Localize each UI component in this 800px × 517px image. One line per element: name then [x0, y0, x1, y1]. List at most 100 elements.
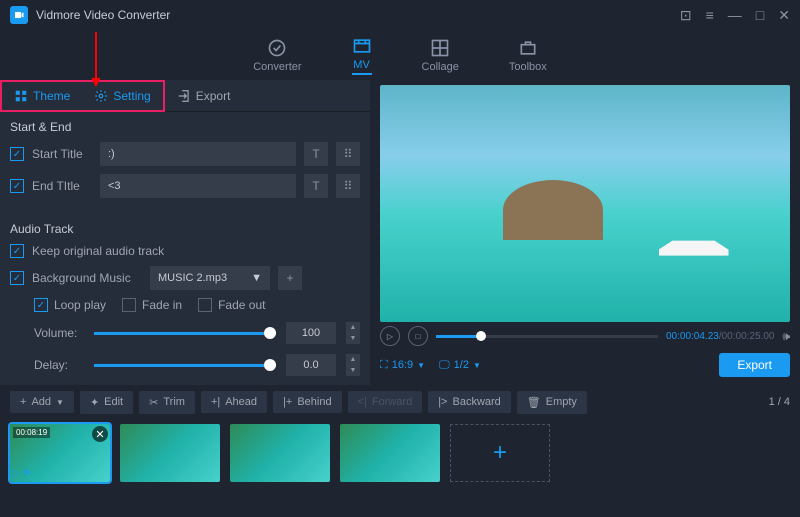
- edit-button[interactable]: ✦Edit: [80, 391, 133, 414]
- fadein-checkbox[interactable]: [122, 298, 136, 312]
- highlight-box: Theme Setting: [0, 80, 165, 112]
- volume-label: Volume:: [34, 326, 84, 340]
- bg-music-label: Background Music: [32, 271, 142, 285]
- thumbnail-1[interactable]: 00:08:19 ✕ ▷⚑: [10, 424, 110, 482]
- add-thumbnail-button[interactable]: +: [450, 424, 550, 482]
- thumb-duration: 00:08:19: [13, 427, 50, 438]
- volume-down-icon[interactable]: ▼: [346, 333, 360, 344]
- backward-icon: |>: [438, 396, 447, 408]
- start-title-input[interactable]: [100, 142, 296, 166]
- thumbnail-3[interactable]: [230, 424, 330, 482]
- volume-value[interactable]: 100: [286, 322, 336, 344]
- behind-button[interactable]: |+Behind: [273, 391, 342, 413]
- add-button[interactable]: +Add▼: [10, 391, 74, 413]
- fadeout-checkbox[interactable]: [198, 298, 212, 312]
- audio-section: Audio Track ✓ Keep original audio track …: [0, 214, 370, 394]
- nav-converter[interactable]: Converter: [253, 38, 301, 73]
- chevron-down-icon: ▼: [56, 398, 64, 407]
- export-button[interactable]: Export: [719, 353, 790, 377]
- volume-icon[interactable]: 🕪: [782, 329, 790, 344]
- behind-icon: |+: [283, 396, 292, 408]
- settings-panel: Theme Setting Export Start & End ✓ Start…: [0, 80, 370, 385]
- fadeout-label: Fade out: [218, 298, 265, 312]
- thumb-delete-icon[interactable]: ✕: [92, 426, 108, 442]
- delay-label: Delay:: [34, 358, 84, 372]
- thumb-play-icon[interactable]: ▷: [13, 468, 20, 479]
- tab-theme[interactable]: Theme: [2, 82, 82, 110]
- main-nav: Converter MV Collage Toolbox: [0, 30, 800, 80]
- app-title: Vidmore Video Converter: [36, 8, 680, 22]
- panel-tabs: Theme Setting Export: [0, 80, 370, 112]
- bg-music-checkbox[interactable]: ✓: [10, 271, 24, 285]
- aspect-ratio-button[interactable]: ⛶16:9▼: [380, 359, 425, 372]
- ahead-icon: +|: [211, 396, 220, 408]
- tab-export[interactable]: Export: [165, 89, 243, 103]
- thumbnail-4[interactable]: [340, 424, 440, 482]
- volume-slider[interactable]: [94, 332, 276, 335]
- stop-button[interactable]: □: [408, 326, 428, 346]
- minimize-icon[interactable]: —: [728, 7, 742, 23]
- clip-toolbar: +Add▼ ✦Edit ✂Trim +|Ahead |+Behind <|For…: [0, 385, 800, 419]
- ahead-button[interactable]: +|Ahead: [201, 391, 267, 413]
- star-icon: ✦: [90, 396, 99, 409]
- content-area: Theme Setting Export Start & End ✓ Start…: [0, 80, 800, 385]
- time-display: 00:00:04.23/00:00:25.00: [666, 331, 774, 342]
- delay-down-icon[interactable]: ▼: [346, 365, 360, 376]
- thumb-controls: ▷⚑: [13, 468, 31, 479]
- keep-audio-label: Keep original audio track: [32, 244, 164, 258]
- preview-panel: ▷ □ 00:00:04.23/00:00:25.00 🕪 ⛶16:9▼ 🖵1/…: [370, 80, 800, 385]
- start-text-style-icon[interactable]: T: [304, 142, 328, 166]
- scissors-icon: ✂: [149, 396, 158, 409]
- tab-setting[interactable]: Setting: [82, 82, 162, 110]
- empty-button[interactable]: 🗑Empty: [517, 391, 587, 414]
- preview-image: [380, 85, 790, 322]
- preview-bottom: ⛶16:9▼ 🖵1/2▼ Export: [380, 350, 790, 380]
- thumbnail-2[interactable]: [120, 424, 220, 482]
- end-title-label: End TItle: [32, 179, 92, 193]
- nav-collage[interactable]: Collage: [422, 38, 459, 73]
- menu-icon[interactable]: ≡: [706, 7, 714, 23]
- volume-up-icon[interactable]: ▲: [346, 322, 360, 333]
- end-text-style-icon[interactable]: T: [304, 174, 328, 198]
- thumbnail-strip: 00:08:19 ✕ ▷⚑ +: [0, 419, 800, 487]
- start-title-checkbox[interactable]: ✓: [10, 147, 24, 161]
- titlebar: Vidmore Video Converter ⊡ ≡ — □ ✕: [0, 0, 800, 30]
- audio-header: Audio Track: [10, 222, 360, 236]
- close-icon[interactable]: ✕: [778, 7, 790, 24]
- timeline-slider[interactable]: [436, 335, 658, 338]
- nav-mv[interactable]: MV: [352, 36, 372, 75]
- split-button[interactable]: 🖵1/2▼: [439, 359, 481, 372]
- chevron-down-icon: ▼: [417, 361, 425, 370]
- app-logo: [10, 6, 28, 24]
- window-controls: ⊡ ≡ — □ ✕: [680, 7, 790, 24]
- add-music-button[interactable]: +: [278, 266, 302, 290]
- music-dropdown[interactable]: MUSIC 2.mp3▼: [150, 266, 270, 290]
- forward-button[interactable]: <|Forward: [348, 391, 423, 413]
- thumb-flag-icon[interactable]: ⚑: [23, 468, 31, 479]
- chevron-down-icon: ▼: [473, 361, 481, 370]
- playback-controls: ▷ □ 00:00:04.23/00:00:25.00 🕪: [380, 322, 790, 350]
- trim-button[interactable]: ✂Trim: [139, 391, 195, 414]
- play-button[interactable]: ▷: [380, 326, 400, 346]
- start-end-header: Start & End: [10, 120, 360, 134]
- feedback-icon[interactable]: ⊡: [680, 7, 692, 24]
- loop-label: Loop play: [54, 298, 106, 312]
- plus-icon: +: [20, 396, 26, 408]
- maximize-icon[interactable]: □: [756, 7, 764, 23]
- clip-counter: 1 / 4: [769, 396, 790, 408]
- fadein-label: Fade in: [142, 298, 182, 312]
- delay-up-icon[interactable]: ▲: [346, 354, 360, 365]
- start-end-section: Start & End ✓ Start Title T ⠿ ✓ End TItl…: [0, 112, 370, 214]
- loop-checkbox[interactable]: ✓: [34, 298, 48, 312]
- delay-slider[interactable]: [94, 364, 276, 367]
- keep-audio-checkbox[interactable]: ✓: [10, 244, 24, 258]
- forward-icon: <|: [358, 396, 367, 408]
- trash-icon: 🗑: [527, 396, 541, 409]
- delay-value[interactable]: 0.0: [286, 354, 336, 376]
- backward-button[interactable]: |>Backward: [428, 391, 511, 413]
- nav-toolbox[interactable]: Toolbox: [509, 38, 547, 73]
- end-title-checkbox[interactable]: ✓: [10, 179, 24, 193]
- start-grid-icon[interactable]: ⠿: [336, 142, 360, 166]
- end-grid-icon[interactable]: ⠿: [336, 174, 360, 198]
- end-title-input[interactable]: [100, 174, 296, 198]
